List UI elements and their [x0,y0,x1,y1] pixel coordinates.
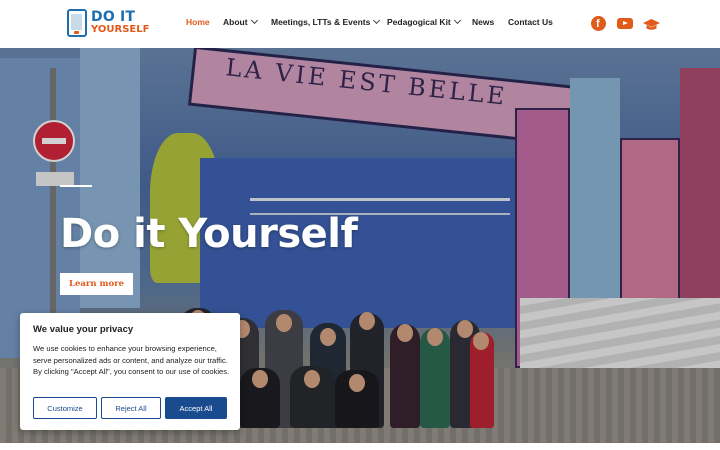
nav-label: Contact Us [508,17,553,27]
chevron-down-icon [250,16,258,25]
nav-label: About [223,17,248,27]
logo-line2: YOURSELF [91,24,150,35]
customize-button[interactable]: Customize [33,397,97,419]
cookie-title: We value your privacy [33,324,134,335]
cookie-consent-banner: We value your privacy We use cookies to … [20,313,240,430]
nav-item-contact[interactable]: Contact Us [508,17,553,27]
hero-title: Do it Yourself [60,211,358,257]
chevron-down-icon [453,16,461,25]
facebook-icon[interactable]: f [591,16,606,31]
nav-label: Pedagogical Kit [387,17,451,27]
site-logo[interactable]: DO IT YOURSELF [67,9,149,39]
nav-item-news[interactable]: News [472,17,494,27]
logo-line1: DO IT [91,9,136,25]
reject-all-button[interactable]: Reject All [101,397,161,419]
nav-item-home[interactable]: Home [186,17,210,27]
nav-label: News [472,17,495,27]
nav-item-meetings[interactable]: Meetings, LTTs & Events [271,16,381,27]
site-header: DO IT YOURSELF Home About Meetings, LTTs… [0,0,720,48]
chevron-down-icon [373,16,381,25]
learn-more-button[interactable]: Learn more [60,273,133,295]
nav-label: Home [186,17,210,27]
cookie-actions: Customize Reject All Accept All [33,397,227,419]
youtube-icon[interactable] [617,18,633,29]
cookie-body: We use cookies to enhance your browsing … [33,344,230,377]
accept-all-button[interactable]: Accept All [165,397,227,419]
hero-accent-line [60,185,92,187]
nav-item-about[interactable]: About [223,16,258,27]
nav-item-pedagogical-kit[interactable]: Pedagogical Kit [387,16,461,27]
graduation-cap-icon[interactable] [643,18,660,30]
nav-label: Meetings, LTTs & Events [271,17,371,27]
phone-icon [67,9,87,37]
